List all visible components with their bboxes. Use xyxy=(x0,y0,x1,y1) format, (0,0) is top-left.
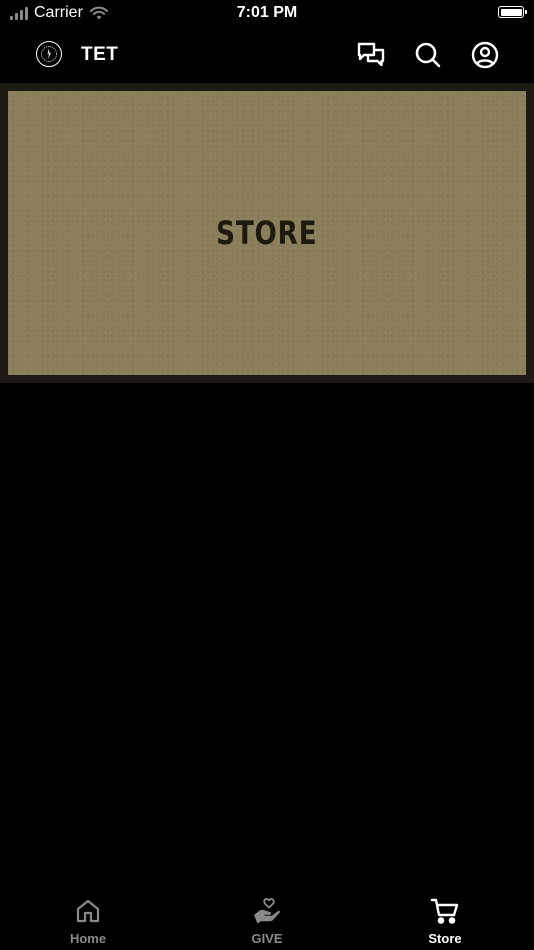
tab-store[interactable]: Store xyxy=(400,896,490,946)
account-icon[interactable] xyxy=(470,40,500,70)
tab-bar: Home GIVE Store xyxy=(0,884,534,950)
status-bar: Carrier 7:01 PM xyxy=(0,0,534,28)
tab-store-label: Store xyxy=(428,931,462,946)
battery-icon xyxy=(498,6,527,18)
app-header: TET xyxy=(0,28,534,82)
app-title: TET xyxy=(81,44,119,65)
tab-give-label: GIVE xyxy=(251,931,283,946)
home-icon xyxy=(73,896,103,926)
store-banner-title: STORE xyxy=(216,214,318,252)
status-time: 7:01 PM xyxy=(236,4,298,21)
give-icon xyxy=(252,896,282,926)
store-banner[interactable]: STORE xyxy=(8,91,526,375)
tab-home[interactable]: Home xyxy=(43,896,133,946)
logo-icon[interactable] xyxy=(36,41,62,67)
chat-icon[interactable] xyxy=(356,40,386,70)
cart-icon xyxy=(430,896,460,926)
store-banner-frame: STORE xyxy=(0,83,534,383)
tab-give[interactable]: GIVE xyxy=(222,896,312,946)
tab-home-label: Home xyxy=(69,931,107,946)
search-icon[interactable] xyxy=(413,40,443,70)
